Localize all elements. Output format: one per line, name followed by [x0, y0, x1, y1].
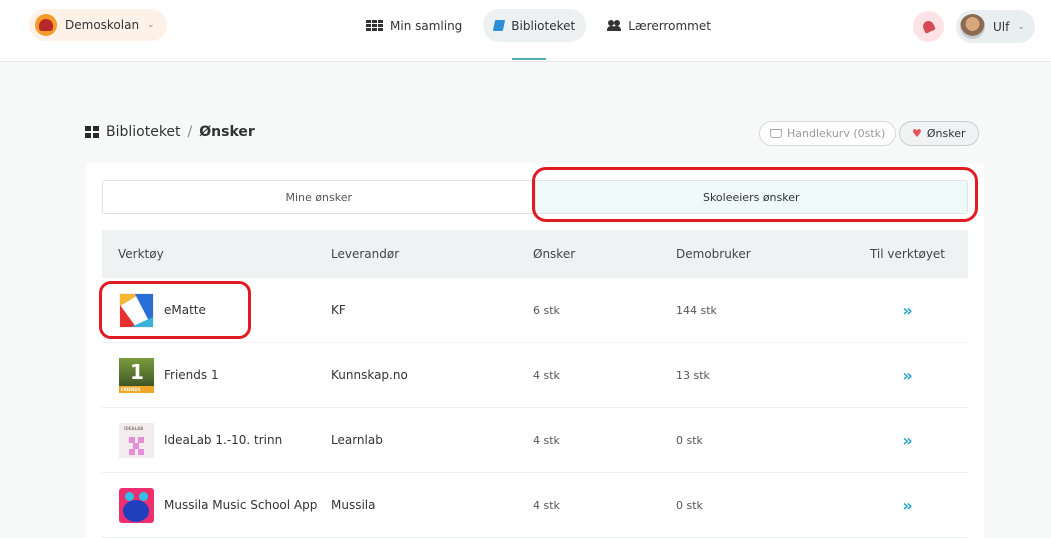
demo-users-cell: 0 stk	[676, 498, 703, 512]
go-to-tool-icon[interactable]: »	[847, 431, 968, 450]
demo-users-cell: 0 stk	[676, 433, 703, 447]
demo-users-cell: 144 stk	[676, 303, 717, 317]
tool-cell: Mussila Music School App	[102, 487, 331, 523]
go-to-tool-icon[interactable]: »	[847, 496, 968, 515]
friends-cover-banner: FRIENDS	[119, 385, 154, 393]
table-row[interactable]: Mussila Music School App Mussila 4 stk 0…	[102, 473, 968, 538]
tool-name: Friends 1	[164, 368, 219, 382]
wishes-card: Mine ønsker Skoleeiers ønsker Verktøy Le…	[86, 163, 984, 538]
idealab-logo-icon: IDEALAB	[119, 422, 154, 458]
breadcrumb: Biblioteket / Ønsker	[85, 124, 255, 140]
school-name: Demoskolan	[65, 18, 140, 32]
tab-skoleeiers-onsker[interactable]: Skoleeiers ønsker	[535, 180, 968, 214]
book-icon	[493, 20, 506, 31]
column-header-tool: Verktøy	[118, 247, 164, 261]
chevron-down-icon: ⌄	[147, 20, 155, 30]
notifications-button[interactable]	[913, 11, 944, 42]
chevron-down-icon: ⌄	[1017, 21, 1025, 32]
tiles-icon	[85, 126, 99, 138]
school-logo-icon	[35, 14, 57, 36]
column-header-demo-users: Demobruker	[676, 247, 751, 261]
user-name: Ulf	[993, 19, 1010, 34]
go-to-tool-icon[interactable]: »	[847, 301, 968, 320]
demo-users-cell: 13 stk	[676, 368, 710, 382]
table-row[interactable]: IDEALAB IdeaLab 1.-10. trinn Learnlab 4 …	[102, 408, 968, 473]
vendor-cell: KF	[331, 303, 346, 317]
top-navbar: Demoskolan ⌄ Min samling Biblioteket Lær…	[0, 0, 1051, 62]
tool-name: IdeaLab 1.-10. trinn	[164, 433, 283, 447]
friends-cover-number: 1	[130, 359, 144, 384]
tab-mine-onsker[interactable]: Mine ønsker	[102, 180, 536, 214]
tool-name: eMatte	[164, 303, 206, 317]
ematte-logo-icon	[119, 292, 154, 328]
nav-biblioteket[interactable]: Biblioteket	[483, 9, 587, 42]
wishes-cell: 4 stk	[533, 368, 560, 382]
wishes-tabs: Mine ønsker Skoleeiers ønsker	[102, 180, 968, 214]
active-nav-indicator	[512, 58, 546, 60]
breadcrumb-root[interactable]: Biblioteket	[106, 124, 181, 140]
wishes-cell: 6 stk	[533, 303, 560, 317]
wishes-button[interactable]: ♥ Ønsker	[899, 121, 979, 146]
nav-laererrommet[interactable]: Lærerrommet	[596, 9, 722, 42]
friends-cover-word: FRIENDS	[121, 386, 141, 392]
friends-cover-icon: 1 FRIENDS	[119, 357, 154, 393]
tool-cell: eMatte	[102, 292, 331, 328]
nav-label: Biblioteket	[511, 18, 576, 33]
wishes-cell: 4 stk	[533, 433, 560, 447]
cart-button[interactable]: Handlekurv (0stk)	[759, 121, 897, 146]
main-nav: Min samling Biblioteket Lærerrommet	[355, 9, 722, 42]
table-header: Verktøy Leverandør Ønsker Demobruker Til…	[102, 230, 968, 278]
vendor-cell: Kunnskap.no	[331, 368, 408, 382]
vendor-cell: Learnlab	[331, 433, 383, 447]
users-icon	[607, 20, 622, 31]
basket-icon	[770, 129, 782, 138]
heart-icon: ♥	[912, 127, 922, 140]
bell-icon	[921, 19, 936, 34]
breadcrumb-separator: /	[187, 124, 193, 140]
wishes-label: Ønsker	[926, 127, 966, 140]
column-header-wishes: Ønsker	[533, 247, 576, 261]
wishes-cell: 4 stk	[533, 498, 560, 512]
cart-label: Handlekurv (0stk)	[787, 127, 886, 140]
table-row[interactable]: 1 FRIENDS Friends 1 Kunnskap.no 4 stk 13…	[102, 343, 968, 408]
column-header-vendor: Leverandør	[331, 247, 400, 261]
nav-min-samling[interactable]: Min samling	[355, 9, 473, 42]
tool-cell: IDEALAB IdeaLab 1.-10. trinn	[102, 422, 331, 458]
go-to-tool-icon[interactable]: »	[847, 366, 968, 385]
column-header-link: Til verktøyet	[869, 247, 946, 261]
tool-cell: 1 FRIENDS Friends 1	[102, 357, 331, 393]
table-row[interactable]: eMatte KF 6 stk 144 stk »	[102, 278, 968, 343]
idealab-cover-word: IDEALAB	[124, 425, 144, 431]
avatar	[960, 14, 985, 39]
vendor-cell: Mussila	[331, 498, 376, 512]
nav-label: Min samling	[390, 18, 463, 33]
school-selector[interactable]: Demoskolan ⌄	[29, 9, 167, 41]
grid-icon	[366, 20, 383, 31]
tool-name: Mussila Music School App	[164, 498, 318, 512]
mussila-logo-icon	[119, 487, 154, 523]
page-title: Ønsker	[199, 124, 255, 140]
user-menu[interactable]: Ulf ⌄	[956, 10, 1035, 43]
nav-label: Lærerrommet	[628, 18, 711, 33]
